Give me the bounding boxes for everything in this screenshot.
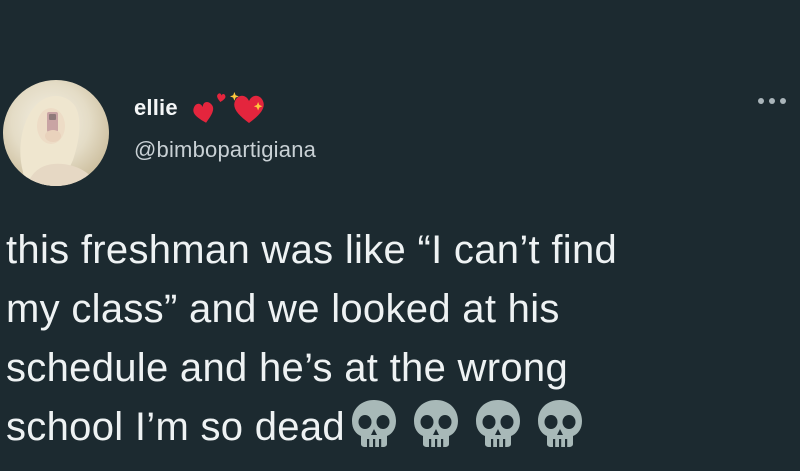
skull-icon [411,398,461,448]
name-emoji [188,91,268,125]
tweet-line: this freshman was like “I can’t find [6,228,618,272]
skull-emoji-group [349,398,585,448]
tweet-text: this freshman was like “I can’t find my … [6,221,796,457]
dot [758,98,764,104]
name-row: ellie [134,92,268,124]
tweet-line-text: school I’m so dead [6,405,345,449]
skull-icon [535,398,585,448]
tweet-line-last: school I’m so dead [6,398,796,457]
more-options-icon[interactable] [758,98,786,104]
dot [780,98,786,104]
tweet-line: schedule and he’s at the wrong [6,346,568,390]
skull-icon [473,398,523,448]
tweet-line: my class” and we looked at his [6,287,560,331]
skull-icon [349,398,399,448]
avatar-photo [20,95,99,186]
display-name[interactable]: ellie [134,95,178,121]
hearts-emoji-icon [193,92,264,123]
user-handle[interactable]: @bimbopartigiana [134,137,316,163]
dot [769,98,775,104]
avatar[interactable] [3,80,109,186]
tweet-card: ellie @bimbopartigiana this freshman was… [0,0,800,471]
